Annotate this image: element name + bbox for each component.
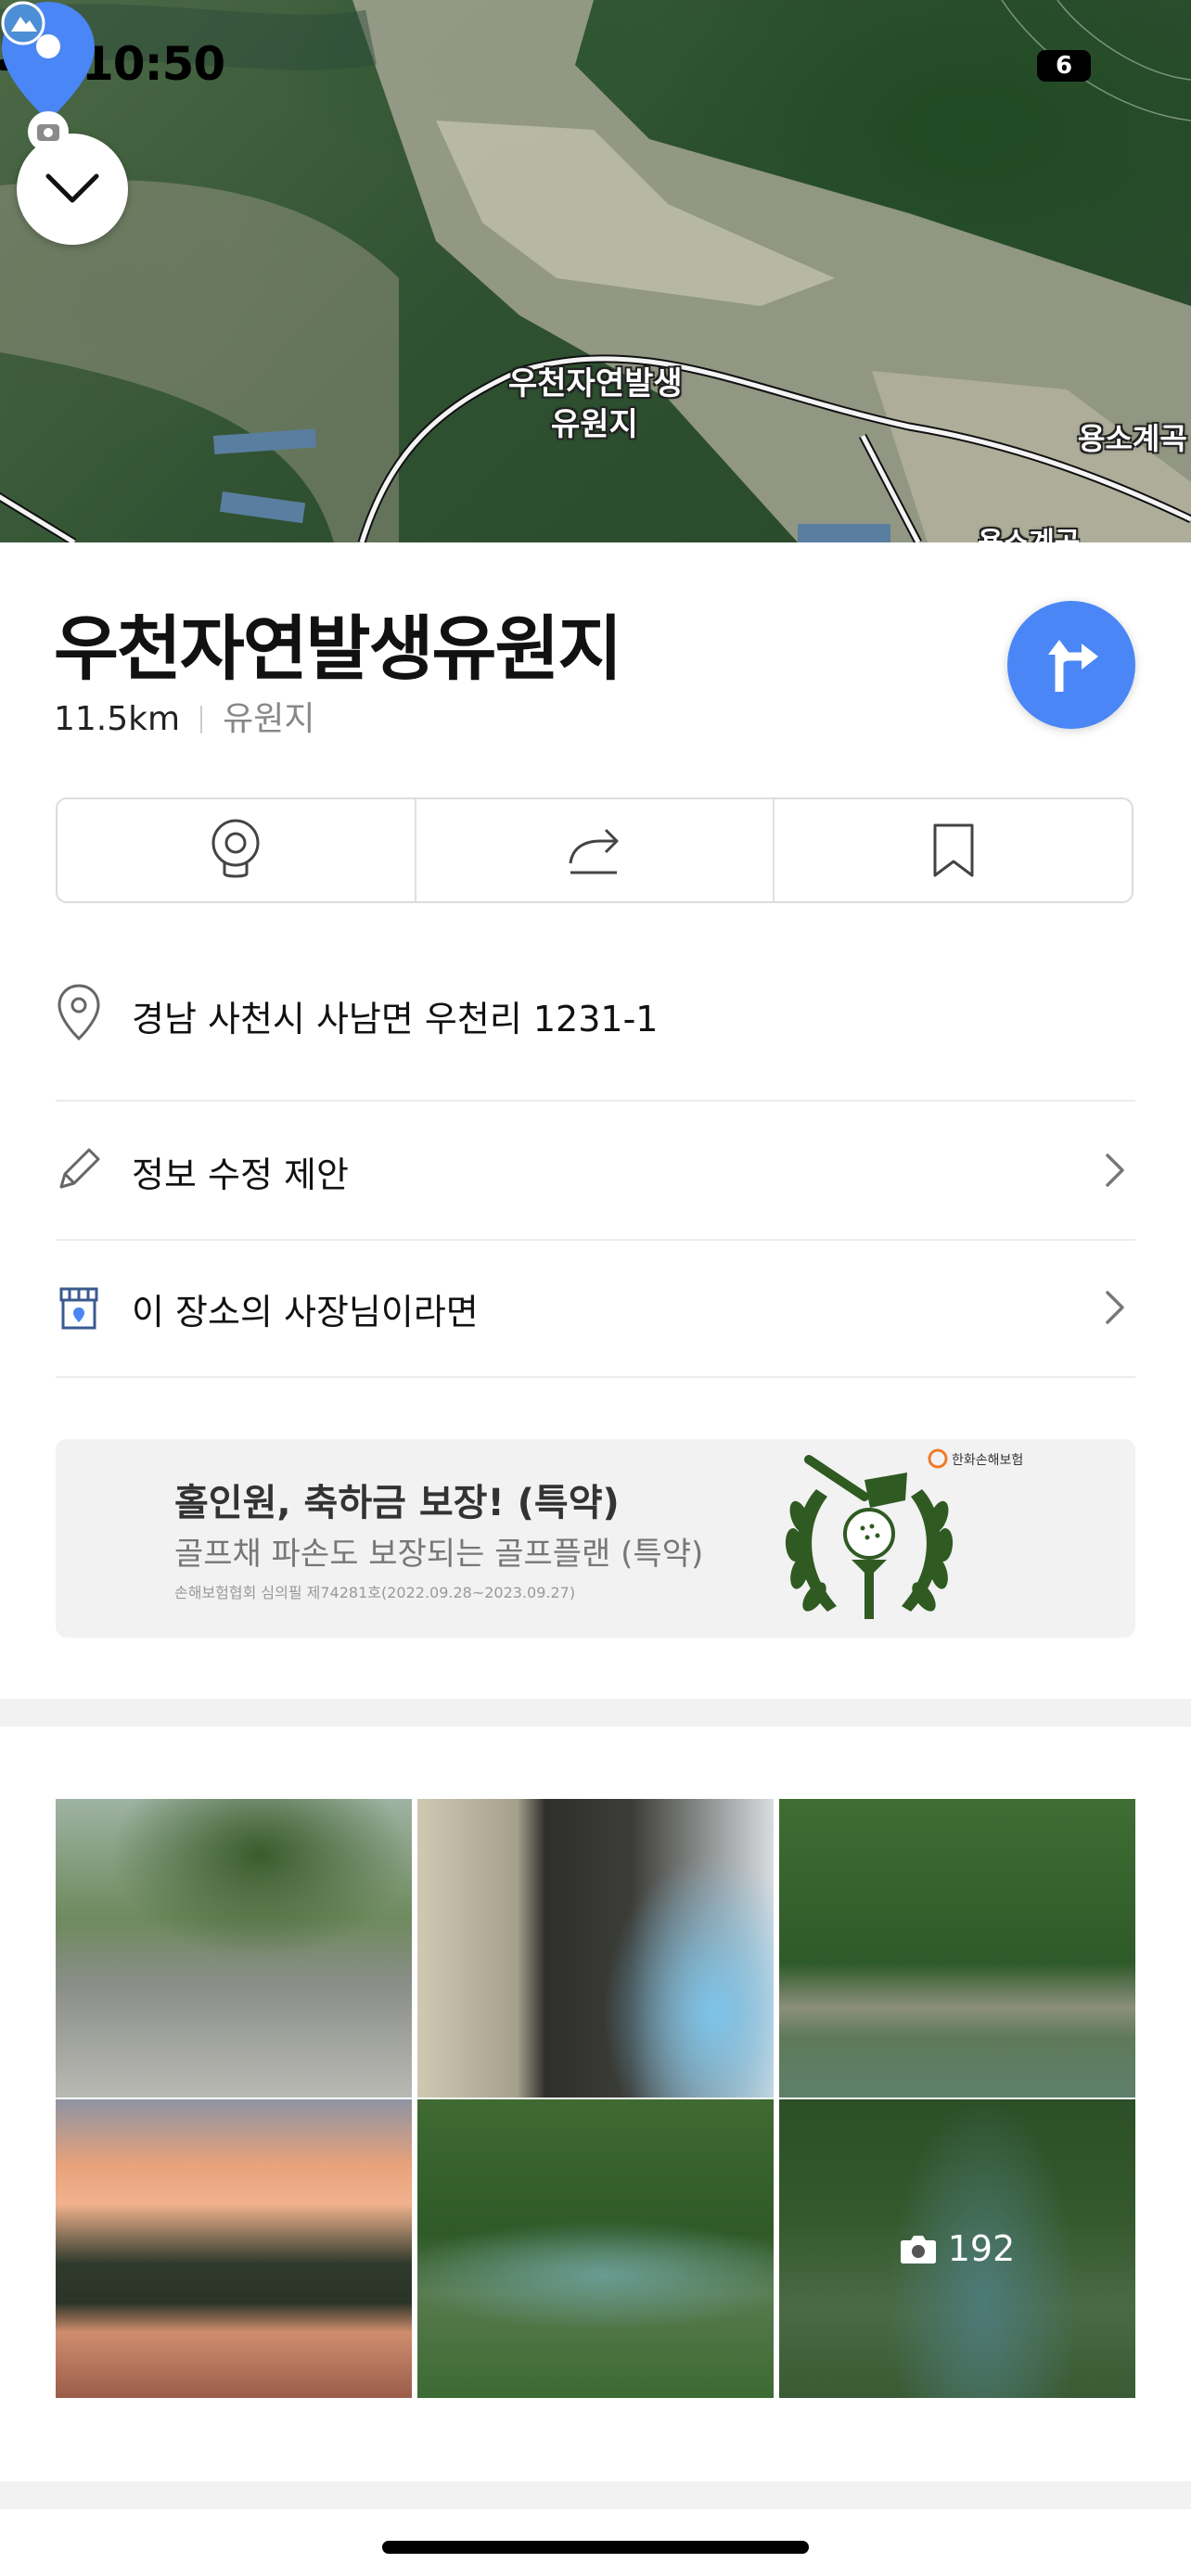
battery-level: 6 <box>1055 52 1073 80</box>
greenhouse <box>219 491 306 524</box>
photo-thumbnail[interactable] <box>56 2099 412 2398</box>
chevron-right-icon <box>1106 1291 1124 1324</box>
directions-button[interactable] <box>1007 601 1135 729</box>
chevron-down-icon <box>45 173 99 203</box>
photo-grid: 192 <box>56 1799 1135 2398</box>
photo-count-overlay: 192 <box>779 2099 1135 2398</box>
photo-more-thumbnail[interactable]: 192 <box>779 2099 1135 2398</box>
valley-poi-icon[interactable] <box>0 0 46 46</box>
owner-prompt-label: 이 장소의 사장님이라면 <box>132 1292 479 1333</box>
photo-thumbnail[interactable] <box>417 1799 774 2098</box>
home-indicator[interactable] <box>382 2541 809 2554</box>
edit-suggestion-row[interactable]: 정보 수정 제안 <box>56 1102 1135 1241</box>
meta-divider <box>200 706 203 733</box>
place-title: 우천자연발생유원지 <box>54 607 622 690</box>
greenhouse <box>798 524 890 542</box>
street-view-button[interactable] <box>58 799 416 901</box>
action-bar <box>56 797 1133 903</box>
place-meta: 11.5km 유원지 <box>54 692 314 740</box>
camera-icon <box>900 2236 936 2264</box>
owner-row[interactable]: 이 장소의 사장님이라면 <box>56 1241 1135 1378</box>
map-nearby-label: 용소계곡 <box>978 519 1080 542</box>
photo-thumbnail[interactable] <box>779 1799 1135 2098</box>
map-place-label: 우천자연발생 <box>508 365 683 402</box>
address-text: 경남 사천시 사남면 우천리 1231-1 <box>132 999 659 1039</box>
battery-icon: 6 <box>1037 50 1091 82</box>
store-icon <box>59 1287 98 1330</box>
pencil-icon <box>59 1148 100 1189</box>
map-nearby-label[interactable]: 용소계곡 <box>1078 415 1187 458</box>
photo-thumbnail[interactable] <box>417 2099 774 2398</box>
status-time: 10:50 <box>82 37 225 91</box>
share-icon <box>569 828 619 874</box>
location-pin-icon <box>58 984 100 1041</box>
photo-thumbnail[interactable] <box>56 1799 412 2098</box>
edit-suggestion-label: 정보 수정 제안 <box>132 1154 349 1195</box>
street-view-icon <box>211 819 260 878</box>
bookmark-button[interactable] <box>775 799 1132 901</box>
ad-subline: 골프채 파손도 보장되는 골프플랜 (특약) <box>174 1536 704 1573</box>
status-bar: 10:50 6 <box>0 37 1191 102</box>
address-row[interactable]: 경남 사천시 사남면 우천리 1231-1 <box>56 964 1135 1102</box>
directions-icon <box>1048 640 1098 692</box>
section-separator <box>0 2481 1191 2509</box>
distance: 11.5km <box>54 700 181 738</box>
chevron-right-icon <box>1106 1154 1124 1187</box>
golf-emblem-icon <box>785 1455 954 1619</box>
map-view[interactable]: 10:50 6 우천자연발생 유원지 용소계곡 <box>0 0 1191 542</box>
section-separator <box>0 1699 1191 1727</box>
share-button[interactable] <box>416 799 775 901</box>
category: 유원지 <box>223 700 315 738</box>
bookmark-icon <box>933 823 974 877</box>
ad-headline: 홀인원, 축하금 보장! (특약) <box>174 1482 620 1524</box>
ad-fineprint: 손해보험협회 심의필 제74281호(2022.09.28~2023.09.27… <box>174 1584 576 1601</box>
photo-count: 192 <box>947 2228 1016 2269</box>
map-place-label: 유원지 <box>551 406 638 443</box>
ad-banner[interactable]: 홀인원, 축하금 보장! (특약) 골프채 파손도 보장되는 골프플랜 (특약)… <box>56 1439 1135 1638</box>
